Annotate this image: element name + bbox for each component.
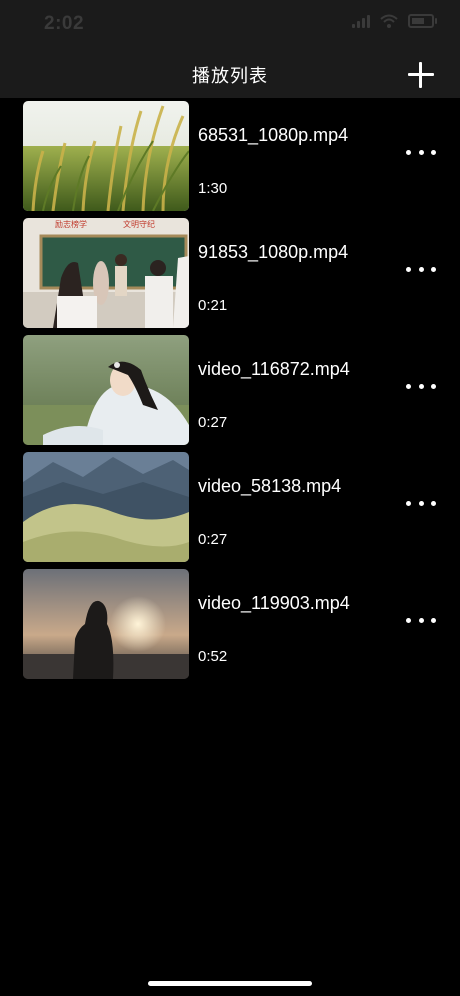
ellipsis-dot	[418, 617, 424, 623]
battery-icon	[408, 14, 437, 28]
video-file-name: 91853_1080p.mp4	[198, 242, 349, 262]
video-thumbnail[interactable]	[23, 101, 189, 211]
video-file-name: video_119903.mp4	[198, 593, 350, 613]
ellipsis-dot	[431, 266, 436, 272]
ellipsis-dot	[431, 149, 436, 155]
add-button[interactable]	[408, 62, 434, 88]
list-item[interactable]: video_119903.mp4 0:52	[0, 566, 460, 683]
ellipsis-dot	[418, 383, 424, 389]
ellipsis-dot	[431, 500, 436, 506]
ellipsis-dot	[418, 500, 424, 506]
video-thumbnail[interactable]	[23, 452, 189, 562]
page-title: 播放列表	[192, 66, 268, 86]
video-file-name: video_58138.mp4	[198, 476, 342, 496]
status-icons	[352, 14, 437, 28]
rice-field-image	[23, 101, 189, 211]
video-duration: 0:21	[198, 297, 228, 314]
ellipsis-dot	[406, 617, 411, 623]
mountain-dunes-image	[23, 452, 189, 562]
video-file-name: video_116872.mp4	[198, 359, 350, 379]
woman-tea-field-image	[23, 335, 189, 445]
video-thumbnail[interactable]	[23, 569, 189, 679]
list-item[interactable]: 68531_1080p.mp4 1:30	[0, 98, 460, 215]
list-item[interactable]: video_58138.mp4 0:27	[0, 449, 460, 566]
ellipsis-dot	[406, 383, 411, 389]
classroom-sign-right: 文明守纪	[123, 219, 155, 229]
ellipsis-dot	[406, 266, 411, 272]
video-duration: 0:52	[198, 648, 228, 665]
ellipsis-dot	[418, 149, 424, 155]
sunset-silhouette-image	[23, 569, 189, 679]
ellipsis-dot	[406, 149, 411, 155]
video-thumbnail[interactable]	[23, 335, 189, 445]
wifi-icon	[380, 14, 398, 28]
ellipsis-dot	[406, 500, 411, 506]
video-duration: 1:30	[198, 180, 228, 197]
classroom-image: 励志榜学 文明守纪	[23, 218, 189, 328]
status-bar: 2:02	[0, 0, 460, 50]
playlist: 68531_1080p.mp4 1:30 励志榜学 文明守纪 91853_108…	[0, 98, 460, 683]
more-options-button[interactable]	[406, 376, 436, 396]
video-duration: 0:27	[198, 531, 228, 548]
home-indicator[interactable]	[148, 981, 312, 986]
status-time: 2:02	[44, 13, 85, 34]
video-thumbnail[interactable]: 励志榜学 文明守纪	[23, 218, 189, 328]
cellular-signal-icon	[352, 14, 370, 28]
classroom-sign-left: 励志榜学	[55, 219, 87, 229]
ellipsis-dot	[431, 617, 436, 623]
ellipsis-dot	[431, 383, 436, 389]
video-duration: 0:27	[198, 414, 228, 431]
more-options-button[interactable]	[406, 259, 436, 279]
nav-bar: 播放列表	[0, 50, 460, 98]
ellipsis-dot	[418, 266, 424, 272]
list-item[interactable]: video_116872.mp4 0:27	[0, 332, 460, 449]
more-options-button[interactable]	[406, 610, 436, 630]
video-file-name: 68531_1080p.mp4	[198, 125, 349, 145]
more-options-button[interactable]	[406, 493, 436, 513]
more-options-button[interactable]	[406, 142, 436, 162]
list-item[interactable]: 励志榜学 文明守纪 91853_1080p.mp4 0:21	[0, 215, 460, 332]
